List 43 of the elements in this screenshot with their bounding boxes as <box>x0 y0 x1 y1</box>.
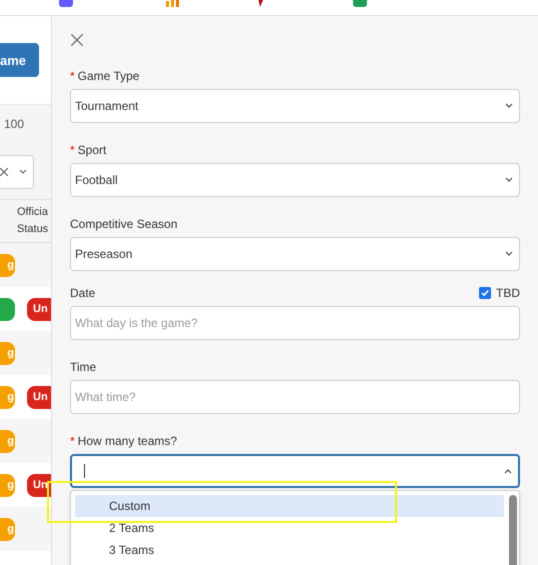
chevron-up-icon <box>504 468 512 474</box>
chevron-down-icon <box>505 251 513 257</box>
status-badge: g <box>0 254 15 276</box>
field-label: Time <box>70 360 96 374</box>
chevron-down-icon <box>505 103 513 109</box>
column-header: Officia <box>17 205 48 220</box>
dropdown-option[interactable]: 2 Teams <box>75 517 504 539</box>
combobox-field[interactable] <box>70 454 520 488</box>
page-size-text: 100 <box>3 117 26 131</box>
bar-chart-icon[interactable] <box>166 0 180 7</box>
checkbox-label: TBD <box>496 286 520 300</box>
select-field[interactable]: Tournament <box>70 89 520 123</box>
clear-icon[interactable] <box>0 168 8 176</box>
close-icon[interactable] <box>71 34 83 46</box>
status-badge: g <box>0 474 15 496</box>
filter-select[interactable] <box>0 155 34 189</box>
column-header: Status <box>17 222 48 237</box>
required-mark: * <box>70 68 75 82</box>
select-field[interactable]: Preseason <box>70 237 520 271</box>
dropdown-option[interactable]: 3 Teams <box>75 539 504 561</box>
official-status-badge: Un <box>27 386 51 408</box>
required-mark: * <box>70 434 75 448</box>
input-field[interactable]: What day is the game? <box>70 306 520 340</box>
add-game-button[interactable]: ame <box>0 43 39 77</box>
field-label: How many teams? <box>78 434 178 448</box>
scrollbar[interactable] <box>509 495 517 565</box>
field-label: Game Type <box>78 68 140 82</box>
field-label: Date <box>70 286 96 300</box>
input-field[interactable]: What time? <box>70 380 520 414</box>
field-label: Sport <box>78 142 106 156</box>
caret-icon <box>19 169 27 175</box>
select-field[interactable]: Football <box>70 163 520 197</box>
official-status-badge: Un <box>27 474 51 496</box>
status-badge: g <box>0 386 15 408</box>
dropdown-option[interactable]: Custom <box>75 495 504 517</box>
field-label: Competitive Season <box>70 216 178 230</box>
official-status-badge: Un <box>27 298 51 320</box>
status-badge: g <box>0 342 15 364</box>
required-mark: * <box>70 142 75 156</box>
status-badge: g <box>0 430 15 452</box>
status-badge: g <box>0 518 15 540</box>
chevron-down-icon <box>505 177 513 183</box>
checkbox[interactable] <box>479 286 491 298</box>
